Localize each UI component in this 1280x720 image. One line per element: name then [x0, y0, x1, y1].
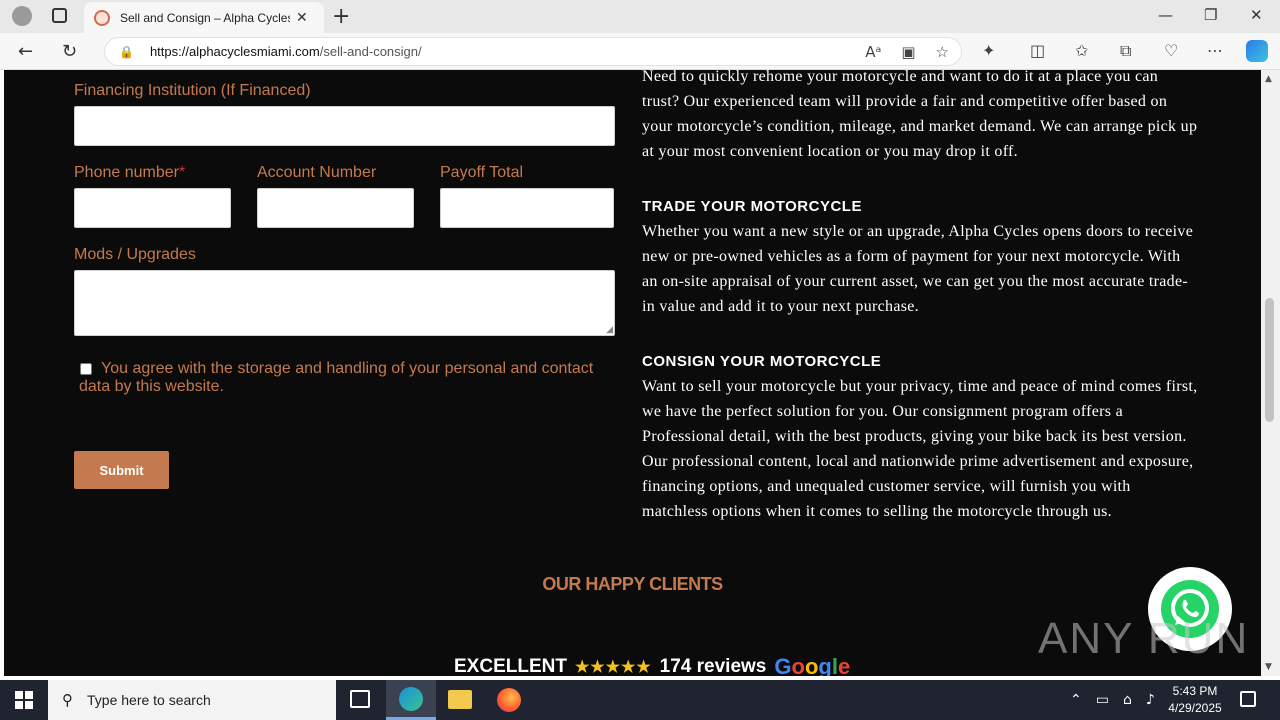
back-icon[interactable]: ←: [18, 41, 33, 62]
consent-label: You agree with the storage and handling …: [79, 360, 624, 396]
consign-heading: CONSIGN YOUR MOTORCYCLE: [642, 353, 882, 370]
mods-textarea[interactable]: ◢: [74, 270, 615, 336]
volume-icon[interactable]: ♪: [1146, 692, 1155, 708]
favorites-icon[interactable]: ✩: [1075, 41, 1088, 60]
required-mark: *: [178, 164, 186, 181]
site-favicon-icon: [94, 9, 110, 26]
collections-icon[interactable]: ⧉: [1120, 41, 1131, 61]
windows-logo-icon: [15, 691, 33, 709]
rating-stars-icon: ★★★★★: [574, 659, 652, 676]
file-explorer-icon[interactable]: [448, 690, 472, 709]
financing-input[interactable]: [74, 106, 615, 146]
reviews-count: 174 reviews: [659, 656, 767, 676]
lock-icon: 🔒: [119, 44, 134, 59]
consent-text: You agree with the storage and handling …: [79, 360, 594, 395]
edge-taskbar-icon[interactable]: [386, 680, 436, 720]
clock-time: 5:43 PM: [1172, 684, 1218, 698]
tab-strip: Sell and Consign – Alpha Cycles ✕ + — ❐ …: [0, 0, 1280, 33]
happy-clients-heading: OUR HAPPY CLIENTS: [542, 574, 723, 594]
excellent-label: EXCELLENT: [454, 656, 567, 676]
google-letter: o: [791, 654, 805, 676]
tab-title: Sell and Consign – Alpha Cycles: [120, 10, 290, 25]
account-input[interactable]: [257, 188, 414, 228]
read-aloud-icon[interactable]: A͏ᵃ: [865, 43, 881, 61]
browser-tab[interactable]: Sell and Consign – Alpha Cycles ✕: [84, 2, 324, 33]
reviews-summary: EXCELLENT ★★★★★ 174 reviews Google: [454, 654, 850, 676]
url-host: https://alphacyclesmiami.com: [149, 44, 320, 59]
intro-paragraph: Need to quickly rehome your motorcycle a…: [642, 70, 1198, 160]
phone-label: Phone number*: [74, 164, 185, 182]
google-letter: e: [837, 654, 851, 676]
close-tab-icon[interactable]: ✕: [296, 10, 308, 26]
mods-label: Mods / Upgrades: [74, 246, 196, 263]
browser-essentials-icon[interactable]: ♡: [1164, 41, 1178, 60]
page-scrollbar[interactable]: ▲ ▼: [1261, 70, 1280, 676]
close-window-icon[interactable]: ✕: [1250, 6, 1263, 24]
clock[interactable]: 5:43 PM 4/29/2025: [1160, 683, 1230, 717]
url-text: https://alphacyclesmiami.com/sell-and-co…: [150, 44, 422, 59]
task-view-icon[interactable]: [350, 690, 370, 708]
taskbar-search[interactable]: ⚲ Type here to search: [48, 680, 336, 720]
web-page: Financing Institution (If Financed) Phon…: [4, 70, 1261, 676]
minimize-icon[interactable]: —: [1158, 6, 1173, 24]
financing-label: Financing Institution (If Financed): [74, 82, 311, 99]
system-tray: ⌃ ▭ ⌂ ♪: [1070, 680, 1155, 720]
split-screen-icon[interactable]: ◫: [1030, 41, 1045, 60]
more-menu-icon[interactable]: ⋯: [1207, 41, 1223, 60]
url-path: /sell-and-consign/: [319, 44, 422, 59]
phone-input[interactable]: [74, 188, 231, 228]
profile-icon[interactable]: [12, 6, 32, 26]
refresh-icon[interactable]: ↻: [62, 41, 77, 62]
clock-date: 4/29/2025: [1168, 701, 1222, 715]
trade-heading: TRADE YOUR MOTORCYCLE: [642, 198, 862, 215]
network-icon[interactable]: ⌂: [1123, 692, 1132, 708]
scroll-down-icon[interactable]: ▼: [1265, 662, 1272, 672]
consign-paragraph: Want to sell your motorcycle but your pr…: [642, 378, 1198, 520]
scroll-thumb[interactable]: [1265, 298, 1274, 422]
device-icon[interactable]: ▭: [1096, 692, 1109, 708]
account-label: Account Number: [257, 164, 377, 181]
new-tab-icon[interactable]: +: [332, 4, 350, 29]
google-logo: Google: [774, 654, 850, 676]
restore-icon[interactable]: ❐: [1204, 6, 1217, 24]
scroll-up-icon[interactable]: ▲: [1265, 74, 1272, 84]
notifications-icon[interactable]: [1240, 691, 1256, 707]
phone-label-text: Phone number: [74, 164, 179, 181]
url-actions: A͏ᵃ ▣ ☆: [865, 43, 949, 61]
address-bar-row: ← ↻ 🔒 https://alphacyclesmiami.com/sell-…: [0, 33, 1280, 70]
start-button[interactable]: [0, 680, 48, 720]
tray-chevron-icon[interactable]: ⌃: [1070, 692, 1082, 708]
copilot-icon[interactable]: [1246, 40, 1268, 62]
anyrun-watermark: ANY RUN: [1038, 614, 1250, 663]
extensions-icon[interactable]: ✦: [982, 41, 995, 60]
google-letter: G: [774, 654, 792, 676]
firefox-icon[interactable]: [497, 688, 521, 712]
payoff-input[interactable]: [440, 188, 614, 228]
payoff-label: Payoff Total: [440, 164, 524, 181]
google-letter: g: [818, 654, 832, 676]
trade-paragraph: Whether you want a new style or an upgra…: [642, 223, 1194, 315]
tab-actions-icon[interactable]: [52, 8, 67, 23]
resize-handle-icon[interactable]: ◢: [606, 325, 613, 335]
search-placeholder: Type here to search: [87, 692, 211, 708]
submit-button[interactable]: Submit: [74, 451, 169, 489]
url-field[interactable]: 🔒 https://alphacyclesmiami.com/sell-and-…: [104, 37, 962, 66]
taskbar: ⚲ Type here to search ⌃ ▭ ⌂ ♪ 5:43 PM 4/…: [0, 680, 1280, 720]
google-letter: o: [804, 654, 819, 676]
favorite-star-icon[interactable]: ☆: [936, 43, 949, 61]
search-icon: ⚲: [62, 691, 73, 709]
immersive-reader-icon[interactable]: ▣: [901, 43, 915, 61]
